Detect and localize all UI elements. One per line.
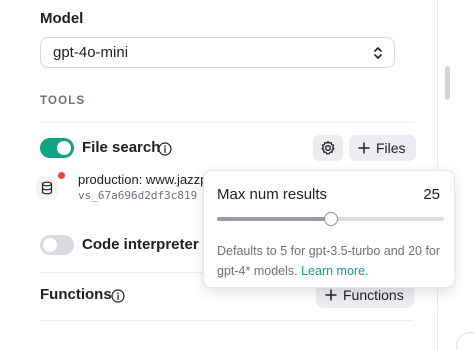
slider-thumb[interactable]: [323, 212, 338, 226]
max-results-value: 25: [423, 186, 440, 203]
bottom-divider: [40, 320, 414, 321]
model-select[interactable]: gpt-4o-mini: [40, 37, 395, 68]
file-search-settings-button[interactable]: [313, 135, 343, 161]
functions-label: Functions: [40, 286, 112, 303]
status-badge: [58, 172, 65, 179]
add-files-label: Files: [376, 140, 406, 156]
scrollbar-thumb[interactable]: [445, 66, 450, 100]
max-results-title: Max num results: [217, 186, 328, 203]
tools-section-label: TOOLS: [40, 95, 86, 107]
max-results-description: Defaults to 5 for gpt-3.5-turbo and 20 f…: [217, 241, 447, 281]
database-icon: [36, 176, 58, 200]
toggle-knob: [57, 141, 71, 155]
code-interpreter-toggle[interactable]: [40, 235, 74, 255]
vector-store-name[interactable]: production: www.jazzp: [78, 172, 207, 187]
add-files-button[interactable]: Files: [349, 135, 416, 161]
plus-icon: [325, 289, 337, 301]
tools-divider: [40, 122, 414, 123]
max-results-popover: Max num results 25 Defaults to 5 for gpt…: [203, 170, 455, 288]
toggle-knob: [43, 238, 57, 252]
learn-more-link[interactable]: Learn more.: [301, 264, 368, 278]
decorative-corner: [456, 332, 474, 350]
vector-store-id: vs_67a696d2df3c819: [78, 189, 198, 202]
add-function-label: Functions: [343, 287, 404, 303]
chevron-updown-icon: [374, 47, 382, 59]
info-icon[interactable]: [111, 289, 125, 303]
info-icon[interactable]: [158, 142, 172, 156]
model-label: Model: [40, 10, 84, 27]
slider-fill: [217, 217, 331, 221]
file-search-label: File search: [82, 139, 161, 156]
gear-icon: [321, 140, 335, 155]
code-interpreter-label: Code interpreter: [82, 236, 199, 253]
model-select-value: gpt-4o-mini: [53, 44, 129, 61]
plus-icon: [358, 142, 370, 154]
file-search-toggle[interactable]: [40, 138, 74, 158]
